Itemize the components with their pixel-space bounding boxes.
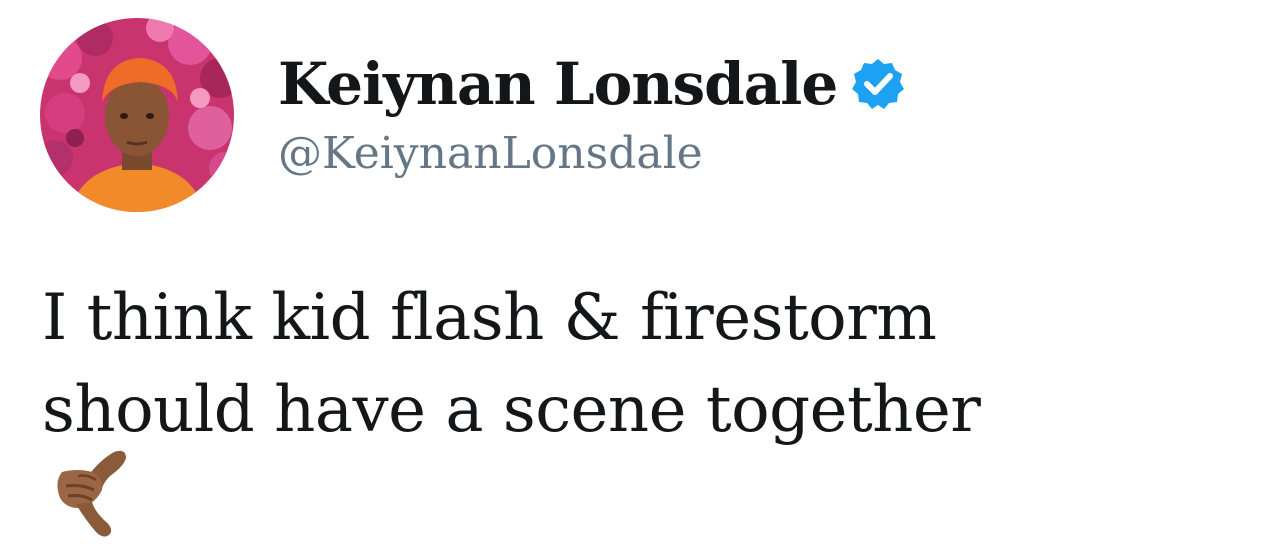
call-me-hand-emoji-icon [48, 446, 130, 542]
profile-avatar[interactable] [40, 18, 234, 212]
tweet-text-line: I think kid flash & firestorm [42, 281, 937, 355]
display-name[interactable]: Keiynan Lonsdale [278, 50, 838, 118]
verified-badge-icon [851, 57, 905, 111]
user-handle[interactable]: @KeiynanLonsdale [278, 128, 703, 179]
tweet-text: I think kid flash & firestorm should hav… [42, 272, 1242, 456]
display-name-row: Keiynan Lonsdale [278, 44, 905, 124]
tweet-text-line: should have a scene together [42, 373, 981, 447]
